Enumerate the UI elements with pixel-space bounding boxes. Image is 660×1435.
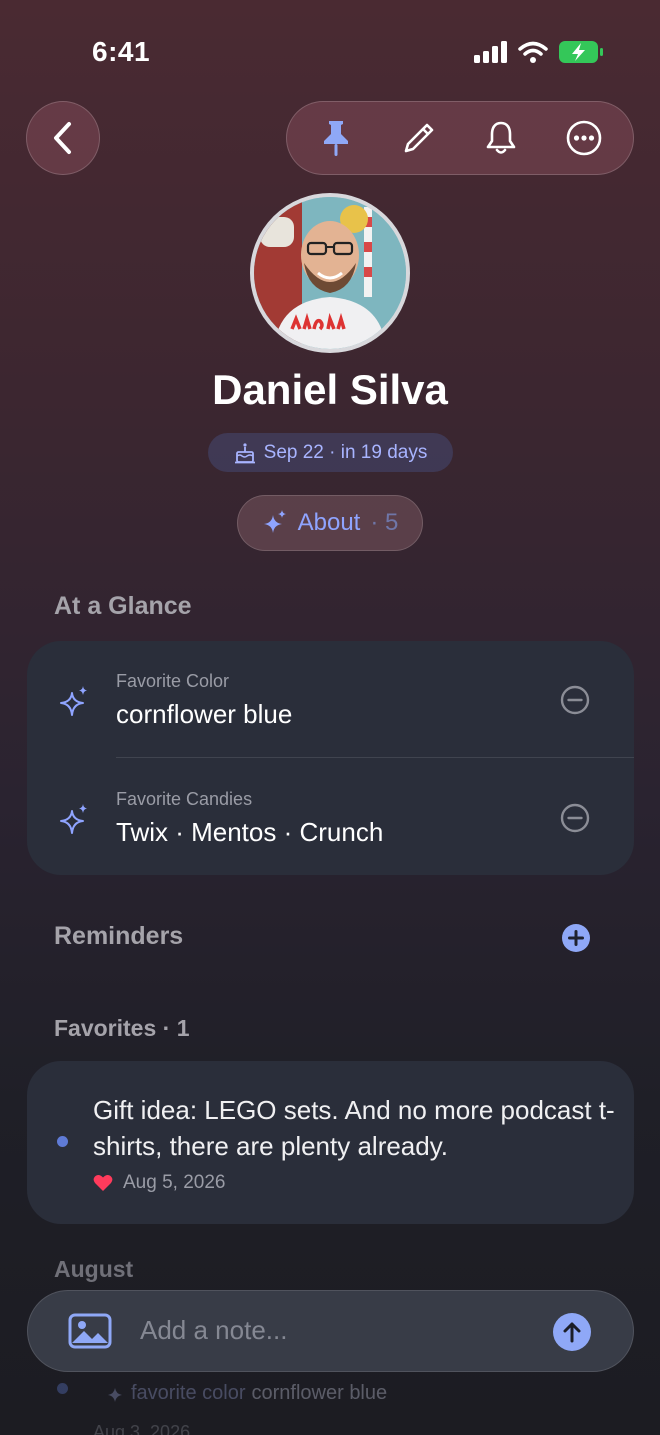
avatar-photo (254, 197, 406, 349)
note-composer: Add a note... (27, 1290, 634, 1372)
divider (116, 757, 634, 758)
section-title-favorites: Favorites · 1 (54, 1015, 190, 1041)
note-bullet (57, 1383, 68, 1394)
glance-card: Favorite Color cornflower blue Favorite … (27, 641, 634, 875)
section-title-glance: At a Glance (54, 592, 192, 620)
bell-icon (486, 121, 516, 154)
about-count: · 5 (370, 509, 399, 536)
chevron-left-icon (54, 122, 71, 154)
sparkles-icon (108, 1387, 122, 1402)
status-icons (474, 40, 604, 64)
plus-circle-icon[interactable] (562, 924, 590, 952)
pin-button[interactable] (306, 108, 366, 168)
glance-item-value: Twix · Mentos · Crunch (116, 817, 384, 847)
wifi-icon (518, 41, 548, 63)
note-input[interactable]: Add a note... (140, 1315, 287, 1346)
photo-icon[interactable] (68, 1313, 112, 1349)
more-options-button[interactable] (554, 108, 614, 168)
note-tag-value: cornflower blue (251, 1382, 388, 1404)
cake-icon (234, 442, 255, 463)
note-date: Aug 3, 2026 (93, 1422, 191, 1435)
heart-icon (93, 1175, 113, 1191)
arrow-up-icon (563, 1322, 581, 1343)
note-tag-label: favorite color (131, 1382, 246, 1404)
contact-name: Daniel Silva (212, 366, 448, 413)
glance-item-label: Favorite Color (116, 671, 230, 691)
status-bar: 6:41 (0, 0, 660, 100)
note-bullet (57, 1136, 68, 1147)
pencil-icon (404, 123, 434, 153)
minus-circle-icon[interactable] (560, 803, 590, 833)
battery-charging-icon (559, 41, 603, 63)
status-time: 6:41 (92, 36, 151, 67)
birthday-badge[interactable]: Sep 22 · in 19 days (208, 433, 453, 472)
glance-item[interactable]: Favorite Candies Twix · Mentos · Crunch (27, 759, 634, 875)
glance-item-value: cornflower blue (116, 699, 293, 729)
sparkles-icon (263, 510, 286, 533)
glance-item[interactable]: Favorite Color cornflower blue (27, 641, 634, 757)
sparkles-icon (60, 686, 87, 716)
glance-item-label: Favorite Candies (116, 789, 253, 809)
section-title-august: August (54, 1256, 134, 1282)
notifications-button[interactable] (471, 108, 531, 168)
send-button[interactable] (553, 1313, 591, 1351)
note-date: Aug 5, 2026 (123, 1172, 226, 1193)
minus-circle-icon[interactable] (560, 685, 590, 715)
edit-button[interactable] (389, 108, 449, 168)
sparkles-icon (60, 804, 87, 834)
back-button[interactable] (26, 101, 100, 175)
note-meta: Aug 5, 2026 (93, 1172, 225, 1194)
cellular-signal-icon (474, 41, 507, 63)
section-title-reminders: Reminders (54, 922, 184, 950)
about-button[interactable]: About · 5 (237, 495, 423, 551)
avatar[interactable] (250, 193, 410, 353)
about-label: About (297, 509, 361, 536)
birthday-text: Sep 22 · in 19 days (263, 441, 428, 463)
pin-icon (324, 121, 349, 156)
note-text: Gift idea: LEGO sets. And no more podcas… (93, 1095, 615, 1161)
contact-toolbar (286, 101, 634, 175)
ellipsis-circle-icon (566, 120, 602, 156)
note-tag: favorite color cornflower blue (107, 1382, 387, 1405)
